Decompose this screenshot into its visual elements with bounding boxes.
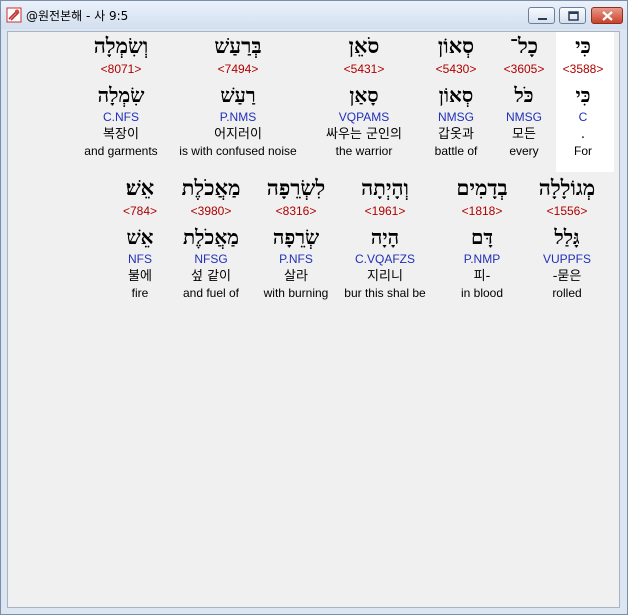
- morph-code: P.NMP: [463, 252, 501, 266]
- maximize-button[interactable]: [559, 7, 586, 24]
- morph-code: NMSG: [438, 110, 474, 124]
- hebrew-lemma: רַעַשׁ: [220, 83, 256, 107]
- hebrew-lemma: סָאַן: [349, 83, 379, 107]
- korean-gloss: 살라: [284, 269, 308, 284]
- hebrew-word: סְאוֹן: [437, 33, 475, 58]
- verse-panel: כִּי <3588> כִּי C . For כָל־ <3605> כֹּ…: [7, 31, 620, 608]
- strong-number[interactable]: <5431>: [316, 63, 412, 79]
- hebrew-word: בְּרַעַשׁ: [214, 33, 262, 58]
- morph-code: P.NMS: [219, 110, 257, 124]
- close-icon: [602, 11, 613, 21]
- english-gloss: and garments: [84, 144, 158, 158]
- window-title: @원전본해 - 사 9:5: [26, 9, 129, 23]
- korean-gloss: -묻은: [552, 269, 582, 284]
- hebrew-lemma: גָּלַל: [554, 225, 580, 249]
- word-item[interactable]: סֹאֵן <5431> סָאַן VQPAMS 싸우는 군인의 the wa…: [316, 35, 412, 161]
- minimize-icon: [538, 18, 547, 20]
- hebrew-lemma: שְׂרֵפָה: [272, 225, 320, 249]
- english-gloss: is with confused noise: [179, 144, 297, 158]
- english-gloss: rolled: [552, 286, 582, 300]
- title-bar[interactable]: @원전본해 - 사 9:5: [1, 1, 627, 29]
- hebrew-word: לִשְׂרֵפָה: [266, 175, 326, 200]
- korean-gloss: 피-: [473, 269, 491, 284]
- hebrew-word: בְדָמִים: [456, 175, 508, 200]
- strong-number[interactable]: <1556>: [519, 205, 615, 221]
- english-gloss: the warrior: [335, 144, 393, 158]
- hebrew-lemma: דָּם: [470, 225, 494, 249]
- hebrew-word: אֵשׁ׃: [125, 175, 155, 200]
- strong-number[interactable]: <7494>: [168, 63, 308, 79]
- hebrew-lemma: אֵשׁ: [126, 225, 154, 249]
- minimize-button[interactable]: [528, 7, 555, 24]
- close-button[interactable]: [591, 7, 623, 24]
- hebrew-word: מְגוֹלָלָה: [538, 175, 596, 200]
- strong-number[interactable]: <784>: [92, 205, 188, 221]
- korean-gloss: 갑옷과: [438, 127, 474, 142]
- english-gloss: with burning: [263, 286, 329, 300]
- word-item[interactable]: בְּרַעַשׁ <7494> רַעַשׁ P.NMS 어지러이 is wi…: [168, 35, 308, 161]
- morph-code: NFS: [128, 252, 152, 266]
- strong-number[interactable]: <5430>: [408, 63, 504, 79]
- word-item[interactable]: לִשְׂרֵפָה <8316> שְׂרֵפָה P.NFS 살라 with…: [248, 177, 344, 303]
- english-gloss: battle of: [434, 144, 478, 158]
- korean-gloss: 불에: [128, 269, 152, 284]
- korean-gloss: 복장이: [103, 127, 139, 142]
- word-item[interactable]: סְאוֹן <5430> סְאוֹן NMSG 갑옷과 battle of: [408, 35, 504, 161]
- hebrew-word: סֹאֵן: [348, 33, 380, 58]
- korean-gloss: 싸우는 군인의: [326, 127, 402, 142]
- app-icon: [6, 7, 22, 23]
- strong-number[interactable]: <8071>: [73, 63, 169, 79]
- strong-number[interactable]: <8316>: [248, 205, 344, 221]
- morph-code: P.NFS: [279, 252, 313, 266]
- word-item[interactable]: בְדָמִים <1818> דָּם P.NMP 피- in blood: [434, 177, 530, 303]
- english-gloss: in blood: [460, 286, 504, 300]
- word-item[interactable]: מְגוֹלָלָה <1556> גָּלַל VUPPFS -묻은 roll…: [519, 177, 615, 303]
- hebrew-word: וְשִׂמְלָה: [93, 33, 149, 58]
- morph-code: C.NFS: [103, 110, 139, 124]
- morph-code: VUPPFS: [542, 252, 591, 266]
- app-window: @원전본해 - 사 9:5 כִּי <3588> כִּי C . For כ…: [0, 0, 628, 615]
- word-item[interactable]: וְשִׂמְלָה <8071> שִׂמְלָה C.NFS 복장이 and…: [73, 35, 169, 161]
- hebrew-lemma: שִׂמְלָה: [97, 83, 145, 107]
- maximize-icon: [568, 11, 579, 21]
- korean-gloss: 어지러이: [214, 127, 262, 142]
- strong-number[interactable]: <1818>: [434, 205, 530, 221]
- morph-code: VQPAMS: [338, 110, 390, 124]
- word-item[interactable]: אֵשׁ׃ <784> אֵשׁ NFS 불에 fire: [92, 177, 188, 303]
- hebrew-lemma: סְאוֹן: [438, 83, 474, 107]
- english-gloss: fire: [131, 286, 149, 300]
